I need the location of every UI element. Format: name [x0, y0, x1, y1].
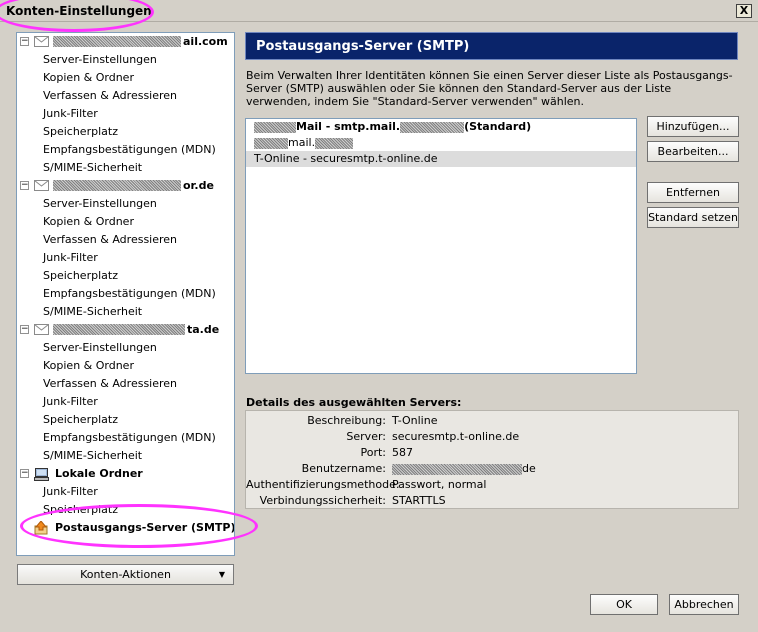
server-row-default[interactable]: Mail - smtp.mail. (Standard): [246, 119, 636, 135]
tree-item-server-settings[interactable]: Server-Einstellungen: [17, 339, 234, 357]
remove-server-button[interactable]: Entfernen: [647, 182, 739, 203]
detail-label: Server:: [346, 430, 386, 443]
tree-item-junk-filter[interactable]: Junk-Filter: [17, 249, 234, 267]
detail-label: Verbindungssicherheit:: [259, 494, 386, 507]
server-name: Mail - smtp.mail.: [296, 120, 401, 133]
redacted-account-name: [53, 324, 185, 335]
redacted-text: [392, 463, 522, 475]
tree-item-copies-folders[interactable]: Kopien & Ordner: [17, 69, 234, 87]
redacted-text: [254, 137, 288, 149]
tree-item-outgoing-server[interactable]: Postausgangs-Server (SMTP): [17, 519, 234, 537]
mail-account-icon: [34, 324, 49, 335]
cancel-button[interactable]: Abbrechen: [669, 594, 739, 615]
tree-item-composition[interactable]: Verfassen & Adressieren: [17, 87, 234, 105]
detail-label: Benutzername:: [301, 462, 386, 475]
collapse-toggle-icon[interactable]: −: [20, 469, 29, 478]
set-default-button[interactable]: Standard setzen: [647, 207, 739, 228]
tree-item-disk-space[interactable]: Speicherplatz: [17, 123, 234, 141]
tree-item-smime-security[interactable]: S/MIME-Sicherheit: [17, 159, 234, 177]
redacted-text: [400, 121, 465, 133]
tree-item-return-receipts[interactable]: Empfangsbestätigungen (MDN): [17, 429, 234, 447]
username-suffix: de: [522, 462, 536, 475]
redacted-text: [315, 137, 354, 149]
local-folders-label: Lokale Ordner: [55, 467, 143, 480]
redacted-account-name: [53, 36, 181, 47]
detail-value: de: [392, 461, 536, 477]
close-button[interactable]: X: [736, 4, 752, 18]
mail-account-icon: [34, 180, 49, 191]
detail-auth-method: Authentifizierungsmethode: Passwort, nor…: [246, 477, 740, 493]
account-2-row[interactable]: − or.de: [17, 177, 234, 195]
detail-value: T-Online: [392, 414, 438, 427]
detail-value: 587: [392, 446, 413, 459]
computer-icon: [34, 468, 49, 481]
tree-item-junk-filter[interactable]: Junk-Filter: [17, 393, 234, 411]
details-title: Details des ausgewählten Servers:: [246, 396, 462, 409]
tree-item-disk-space[interactable]: Speicherplatz: [17, 501, 234, 519]
account-actions-button[interactable]: Konten-Aktionen ▼: [17, 564, 234, 585]
account-1-row[interactable]: − ail.com: [17, 33, 234, 51]
detail-description: Beschreibung: T-Online: [246, 413, 740, 429]
tree-item-server-settings[interactable]: Server-Einstellungen: [17, 51, 234, 69]
dropdown-arrow-icon: ▼: [218, 570, 225, 579]
window-title: Konten-Einstellungen: [6, 4, 152, 18]
server-default-tag: (Standard): [464, 120, 532, 133]
server-row-tonline[interactable]: T-Online - securesmtp.t-online.de: [246, 151, 636, 167]
account-3-row[interactable]: − ta.de: [17, 321, 234, 339]
account-tree[interactable]: − ail.com Server-Einstellungen Kopien & …: [16, 32, 235, 556]
outgoing-server-label: Postausgangs-Server (SMTP): [55, 521, 235, 534]
server-row-2[interactable]: mail.: [246, 135, 636, 151]
edit-server-button[interactable]: Bearbeiten...: [647, 141, 739, 162]
account-settings-window: Konten-Einstellungen X − ail.com Server-…: [0, 0, 758, 632]
tree-item-composition[interactable]: Verfassen & Adressieren: [17, 231, 234, 249]
mail-account-icon: [34, 36, 49, 47]
server-name: mail.: [288, 136, 316, 149]
account-name-suffix: ta.de: [187, 323, 220, 336]
tree-item-copies-folders[interactable]: Kopien & Ordner: [17, 357, 234, 375]
panel-description: Beim Verwalten Ihrer Identitäten können …: [246, 69, 733, 108]
title-bar[interactable]: Konten-Einstellungen X: [0, 0, 758, 22]
tree-item-disk-space[interactable]: Speicherplatz: [17, 411, 234, 429]
collapse-toggle-icon[interactable]: −: [20, 37, 29, 46]
detail-value: securesmtp.t-online.de: [392, 430, 520, 443]
smtp-server-list[interactable]: Mail - smtp.mail. (Standard) mail. T-Onli…: [245, 118, 637, 374]
add-server-button[interactable]: Hinzufügen...: [647, 116, 739, 137]
panel-header: Postausgangs-Server (SMTP): [245, 32, 738, 60]
redacted-text: [254, 121, 296, 133]
tree-item-disk-space[interactable]: Speicherplatz: [17, 267, 234, 285]
detail-connection-security: Verbindungssicherheit: STARTTLS: [246, 493, 740, 509]
tree-item-return-receipts[interactable]: Empfangsbestätigungen (MDN): [17, 285, 234, 303]
ok-button[interactable]: OK: [590, 594, 658, 615]
tree-item-smime-security[interactable]: S/MIME-Sicherheit: [17, 303, 234, 321]
detail-label: Beschreibung:: [307, 414, 386, 427]
detail-label: Authentifizierungsmethode:: [246, 478, 400, 491]
account-name-suffix: ail.com: [183, 35, 228, 48]
collapse-toggle-icon[interactable]: −: [20, 181, 29, 190]
tree-item-return-receipts[interactable]: Empfangsbestätigungen (MDN): [17, 141, 234, 159]
tree-item-junk-filter[interactable]: Junk-Filter: [17, 105, 234, 123]
detail-server: Server: securesmtp.t-online.de: [246, 429, 740, 445]
tree-item-smime-security[interactable]: S/MIME-Sicherheit: [17, 447, 234, 465]
detail-port: Port: 587: [246, 445, 740, 461]
account-actions-label: Konten-Aktionen: [80, 568, 171, 581]
local-folders-row[interactable]: − Lokale Ordner: [17, 465, 234, 483]
detail-label: Port:: [360, 446, 386, 459]
detail-value: STARTTLS: [392, 494, 446, 507]
redacted-account-name: [53, 180, 181, 191]
server-name: T-Online - securesmtp.t-online.de: [254, 152, 438, 165]
detail-username: Benutzername: de: [246, 461, 740, 477]
detail-value: Passwort, normal: [392, 478, 487, 491]
tree-item-composition[interactable]: Verfassen & Adressieren: [17, 375, 234, 393]
tree-item-copies-folders[interactable]: Kopien & Ordner: [17, 213, 234, 231]
outgoing-server-icon: [34, 521, 48, 535]
collapse-toggle-icon[interactable]: −: [20, 325, 29, 334]
tree-item-server-settings[interactable]: Server-Einstellungen: [17, 195, 234, 213]
server-details-box: Beschreibung: T-Online Server: securesmt…: [245, 410, 739, 509]
account-name-suffix: or.de: [183, 179, 214, 192]
tree-item-junk-filter[interactable]: Junk-Filter: [17, 483, 234, 501]
